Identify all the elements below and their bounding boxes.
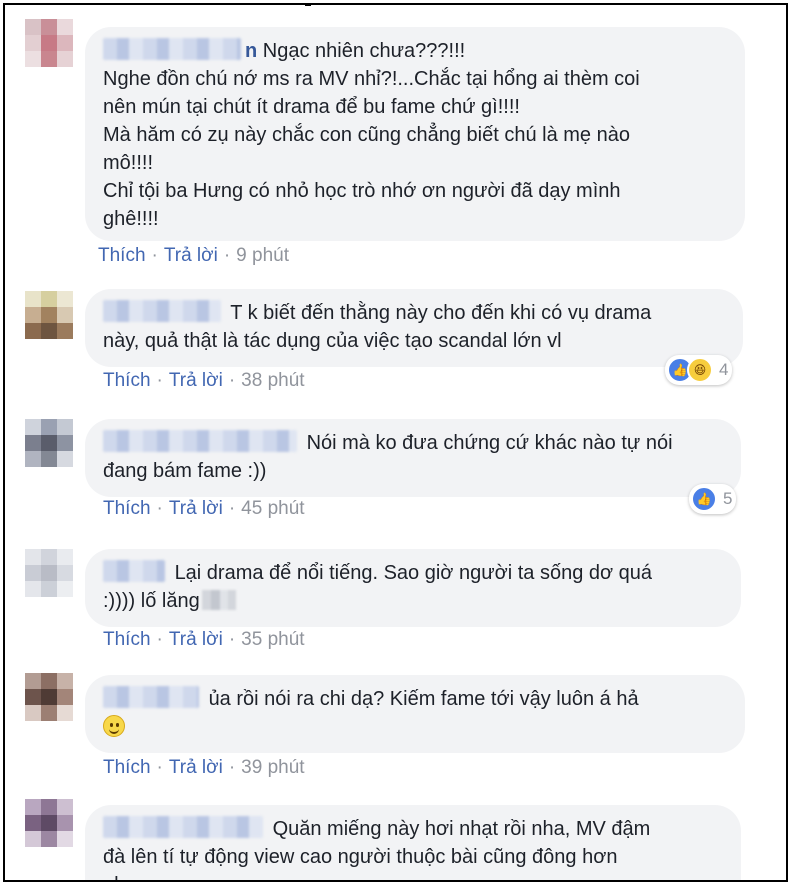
comment-actions: Thích · Trả lời · 9 phút <box>98 245 289 266</box>
commenter-name[interactable]: n <box>245 40 257 62</box>
reply-link[interactable]: Trả lời <box>169 629 223 650</box>
comment-time[interactable]: 45 phút <box>241 498 304 519</box>
comment-bubble: ủa rồi nói ra chi dạ? Kiếm fame tới vậy … <box>85 675 745 753</box>
frame-tick <box>305 5 311 6</box>
like-link[interactable]: Thích <box>103 629 151 650</box>
screenshot-frame: n Ngạc nhiên chưa???!!! Nghe đồn chú nớ … <box>3 3 788 882</box>
like-link[interactable]: Thích <box>103 370 151 391</box>
reaction-count: 5 <box>723 489 733 508</box>
comment-text: Quăn miếng này hơi nhạt rồi nha, MV đậm … <box>103 816 651 880</box>
reactions-summary[interactable]: 👍 5 <box>689 484 737 514</box>
like-link[interactable]: Thích <box>103 757 151 778</box>
avatar[interactable] <box>25 419 73 467</box>
comment-actions: Thích · Trả lời · 45 phút <box>103 498 305 519</box>
comment-time[interactable]: 35 phút <box>241 629 304 650</box>
avatar[interactable] <box>25 799 73 847</box>
comment-bubble: Nói mà ko đưa chứng cứ khác nào tự nói đ… <box>85 419 741 497</box>
comment-text: T k biết đến thằng này cho đến khi có vụ… <box>103 300 652 352</box>
comment-time[interactable]: 38 phút <box>241 370 304 391</box>
reply-link[interactable]: Trả lời <box>169 370 223 391</box>
blurred-emoji <box>201 590 236 610</box>
comment-bubble: Quăn miếng này hơi nhạt rồi nha, MV đậm … <box>85 805 741 880</box>
reply-link[interactable]: Trả lời <box>169 757 223 778</box>
haha-icon: 😆 <box>687 357 713 383</box>
like-link[interactable]: Thích <box>98 245 146 266</box>
reaction-count: 4 <box>719 360 729 379</box>
reactions-summary[interactable]: 👍 😆 4 <box>665 355 733 385</box>
commenter-name-blurred[interactable] <box>103 300 221 322</box>
commenter-name-blurred[interactable] <box>103 686 199 708</box>
comment-actions: Thích · Trả lời · 39 phút <box>103 757 305 778</box>
comment-text: n Ngạc nhiên chưa???!!! Nghe đồn chú nớ … <box>103 38 640 230</box>
comment-actions: Thích · Trả lời · 38 phút <box>103 370 305 391</box>
commenter-name-blurred[interactable] <box>103 430 297 452</box>
avatar[interactable] <box>25 549 73 597</box>
comment-time[interactable]: 9 phút <box>236 245 289 266</box>
commenter-name-blurred[interactable] <box>103 816 263 838</box>
comment-bubble: Lại drama để nổi tiếng. Sao giờ người ta… <box>85 549 741 627</box>
comment-time[interactable]: 39 phút <box>241 757 304 778</box>
slightly-smiling-face-icon <box>103 715 125 737</box>
reply-link[interactable]: Trả lời <box>164 245 218 266</box>
commenter-name-blurred[interactable] <box>103 560 165 582</box>
avatar[interactable] <box>25 291 73 339</box>
comment-bubble: n Ngạc nhiên chưa???!!! Nghe đồn chú nớ … <box>85 27 745 241</box>
like-icon: 👍 <box>691 486 717 512</box>
comment-text: Lại drama để nổi tiếng. Sao giờ người ta… <box>103 560 653 612</box>
avatar[interactable] <box>25 19 73 67</box>
avatar[interactable] <box>25 673 73 721</box>
comment-actions: Thích · Trả lời · 35 phút <box>103 629 305 650</box>
comment-text: ủa rồi nói ra chi dạ? Kiếm fame tới vậy … <box>103 685 727 741</box>
comment-bubble: T k biết đến thằng này cho đến khi có vụ… <box>85 289 743 367</box>
commenter-name-blurred[interactable] <box>103 38 241 60</box>
comment-text: Nói mà ko đưa chứng cứ khác nào tự nói đ… <box>103 430 673 482</box>
like-link[interactable]: Thích <box>103 498 151 519</box>
reply-link[interactable]: Trả lời <box>169 498 223 519</box>
